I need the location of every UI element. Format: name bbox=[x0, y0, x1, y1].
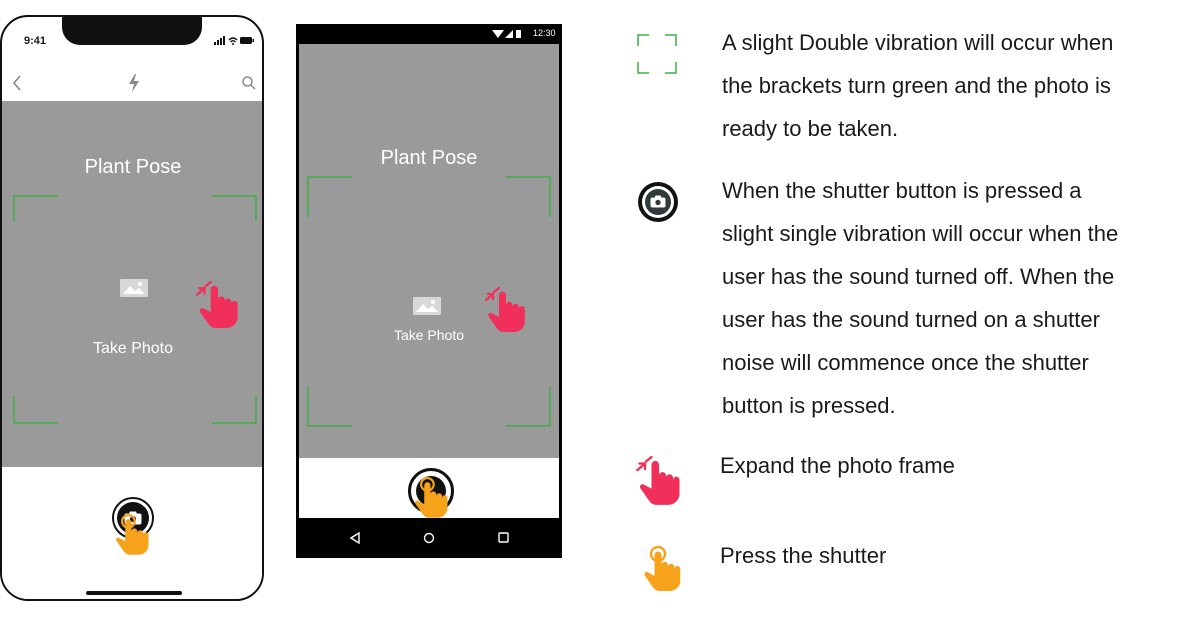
status-time: 12:30 bbox=[533, 28, 556, 38]
search-icon[interactable] bbox=[242, 76, 256, 90]
home-indicator bbox=[86, 591, 182, 595]
camera-viewfinder[interactable]: Plant Pose Take Photo bbox=[299, 44, 559, 458]
ios-nav-bar bbox=[2, 61, 262, 101]
status-icons bbox=[214, 36, 254, 45]
brackets-icon bbox=[637, 34, 677, 74]
description-line: slight single vibration will occur when … bbox=[722, 221, 1119, 246]
back-chevron-icon[interactable] bbox=[12, 75, 22, 91]
back-triangle-icon[interactable] bbox=[350, 532, 360, 544]
pinch-expand-hand-icon bbox=[485, 287, 525, 333]
description-line: user has the sound turned on a shutter bbox=[722, 307, 1100, 332]
pinch-expand-hand-icon bbox=[636, 456, 680, 506]
iphone-mockup: 9:41 Plant Pose Take Photo bbox=[0, 15, 264, 601]
camera-icon bbox=[650, 195, 666, 208]
frame-brackets bbox=[307, 176, 551, 427]
image-placeholder-icon bbox=[120, 279, 148, 297]
shutter-description: When the shutter button is pressed a sli… bbox=[722, 169, 1118, 427]
pinch-expand-hand-icon bbox=[196, 281, 238, 329]
image-placeholder-icon bbox=[413, 297, 441, 315]
shutter-bar bbox=[2, 467, 262, 599]
description-line: ready to be taken. bbox=[722, 116, 899, 141]
android-nav-bar bbox=[296, 518, 562, 558]
expand-description: Expand the photo frame bbox=[720, 453, 955, 478]
signal-icons bbox=[492, 30, 521, 38]
tap-hand-icon bbox=[114, 513, 150, 555]
take-photo-label: Take Photo bbox=[92, 340, 174, 357]
brackets-description: A slight Double vibration will occur whe… bbox=[722, 21, 1113, 150]
android-status-bar: 12:30 bbox=[296, 24, 562, 44]
flash-icon[interactable] bbox=[128, 74, 140, 92]
description-line: When the shutter button is pressed a bbox=[722, 178, 1082, 203]
description-line: the brackets turn green and the photo is bbox=[722, 73, 1111, 98]
camera-shutter-icon bbox=[638, 182, 678, 222]
android-mockup: 12:30 Plant Pose Take Photo bbox=[296, 24, 562, 558]
description-line: noise will commence once the shutter bbox=[722, 350, 1089, 375]
tap-hand-icon bbox=[642, 544, 682, 592]
camera-viewfinder[interactable]: Plant Pose Take Photo bbox=[2, 101, 262, 467]
status-time: 9:41 bbox=[24, 35, 47, 47]
press-description: Press the shutter bbox=[720, 543, 887, 568]
description-line: button is pressed. bbox=[722, 393, 896, 418]
shutter-bar bbox=[299, 458, 559, 518]
description-line: user has the sound turned off. When the bbox=[722, 264, 1115, 289]
phone-notch bbox=[62, 17, 202, 45]
recents-square-icon[interactable] bbox=[498, 532, 509, 543]
description-line: A slight Double vibration will occur whe… bbox=[722, 30, 1114, 55]
tap-hand-icon bbox=[413, 476, 449, 518]
home-circle-icon[interactable] bbox=[423, 532, 435, 544]
